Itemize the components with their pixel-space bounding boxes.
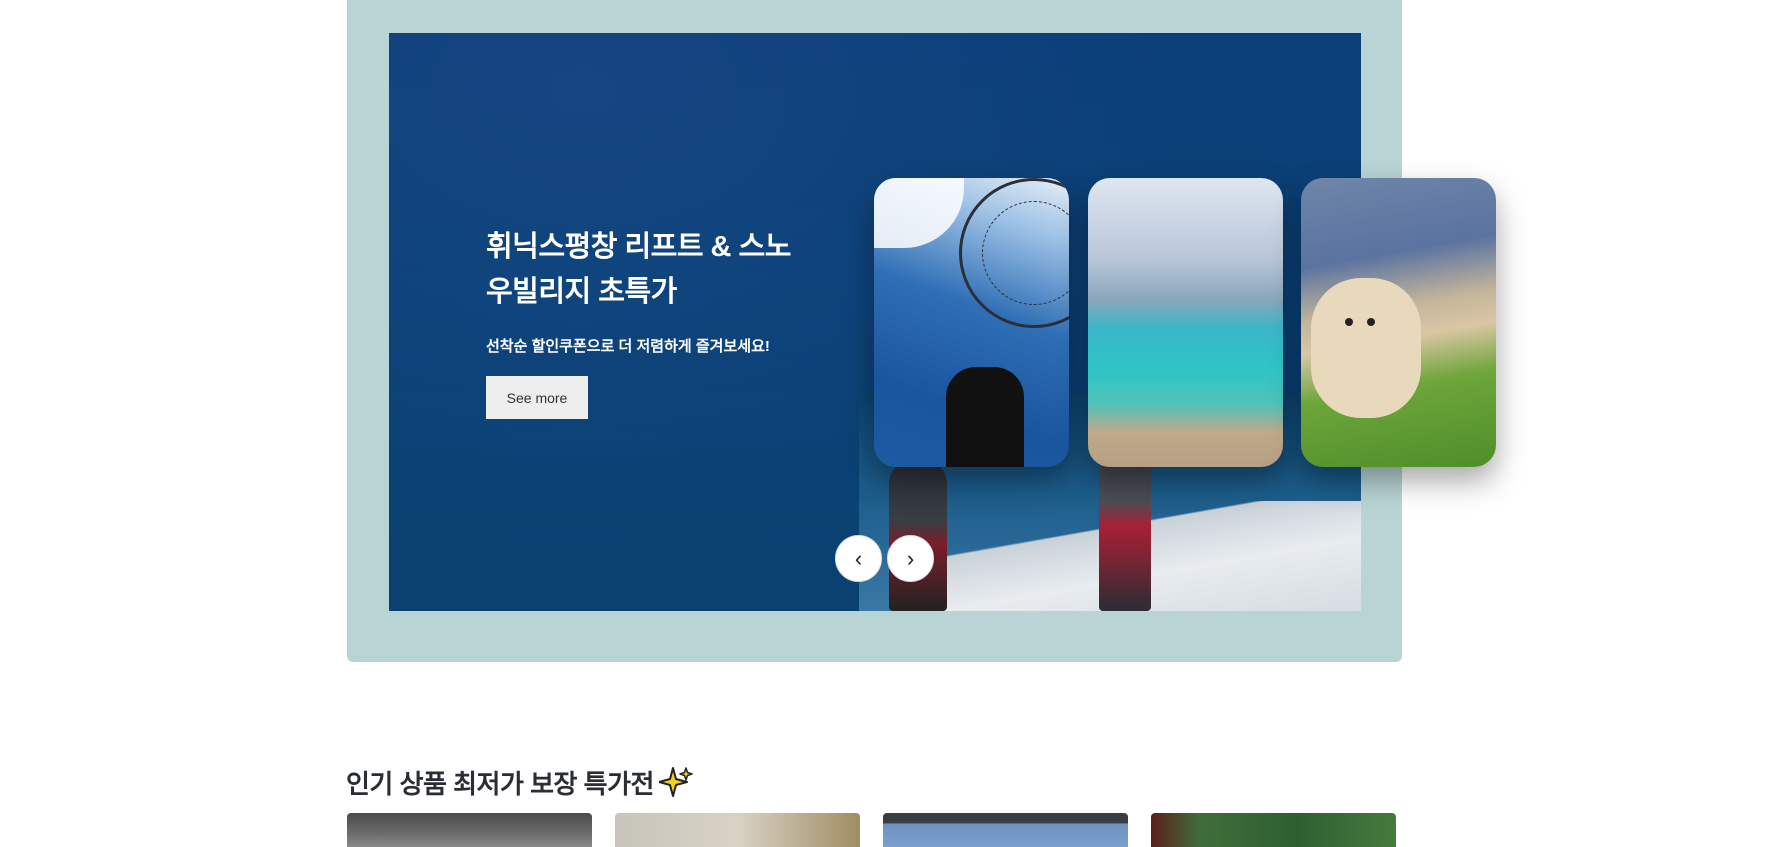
product-card-thumbnail[interactable] bbox=[615, 813, 860, 847]
product-card-thumbnail[interactable] bbox=[347, 813, 592, 847]
page: 휘닉스평창 리프트 & 스노우빌리지 초특가 선착순 할인쿠폰으로 더 저렴하게… bbox=[0, 0, 1780, 847]
dog-face bbox=[1331, 298, 1391, 353]
sparkle-icon bbox=[659, 767, 693, 797]
carousel-card-ocean[interactable] bbox=[1088, 178, 1283, 467]
carousel-prev-button[interactable]: ‹ bbox=[835, 535, 882, 582]
ferris-wheel bbox=[959, 178, 1069, 328]
banner-subtext: 선착순 할인쿠폰으로 더 저렴하게 즐겨보세요! bbox=[486, 338, 770, 355]
snow-slope bbox=[941, 501, 1361, 611]
section-title: 인기 상품 최저가 보장 특가전 bbox=[346, 769, 654, 799]
banner-headline: 휘닉스평창 리프트 & 스노우빌리지 초특가 bbox=[486, 231, 791, 308]
carousel-card-ferris-wheel[interactable] bbox=[874, 178, 1069, 467]
chevron-left-icon: ‹ bbox=[854, 545, 863, 571]
person bbox=[946, 367, 1024, 467]
cloud bbox=[874, 178, 964, 248]
product-card-thumbnail[interactable] bbox=[1151, 813, 1396, 847]
product-card-thumbnail[interactable] bbox=[883, 813, 1128, 847]
see-more-button[interactable]: See more bbox=[486, 376, 588, 419]
chevron-right-icon: › bbox=[906, 545, 915, 571]
carousel-next-button[interactable]: › bbox=[887, 535, 934, 582]
carousel-card-dog[interactable] bbox=[1301, 178, 1496, 467]
